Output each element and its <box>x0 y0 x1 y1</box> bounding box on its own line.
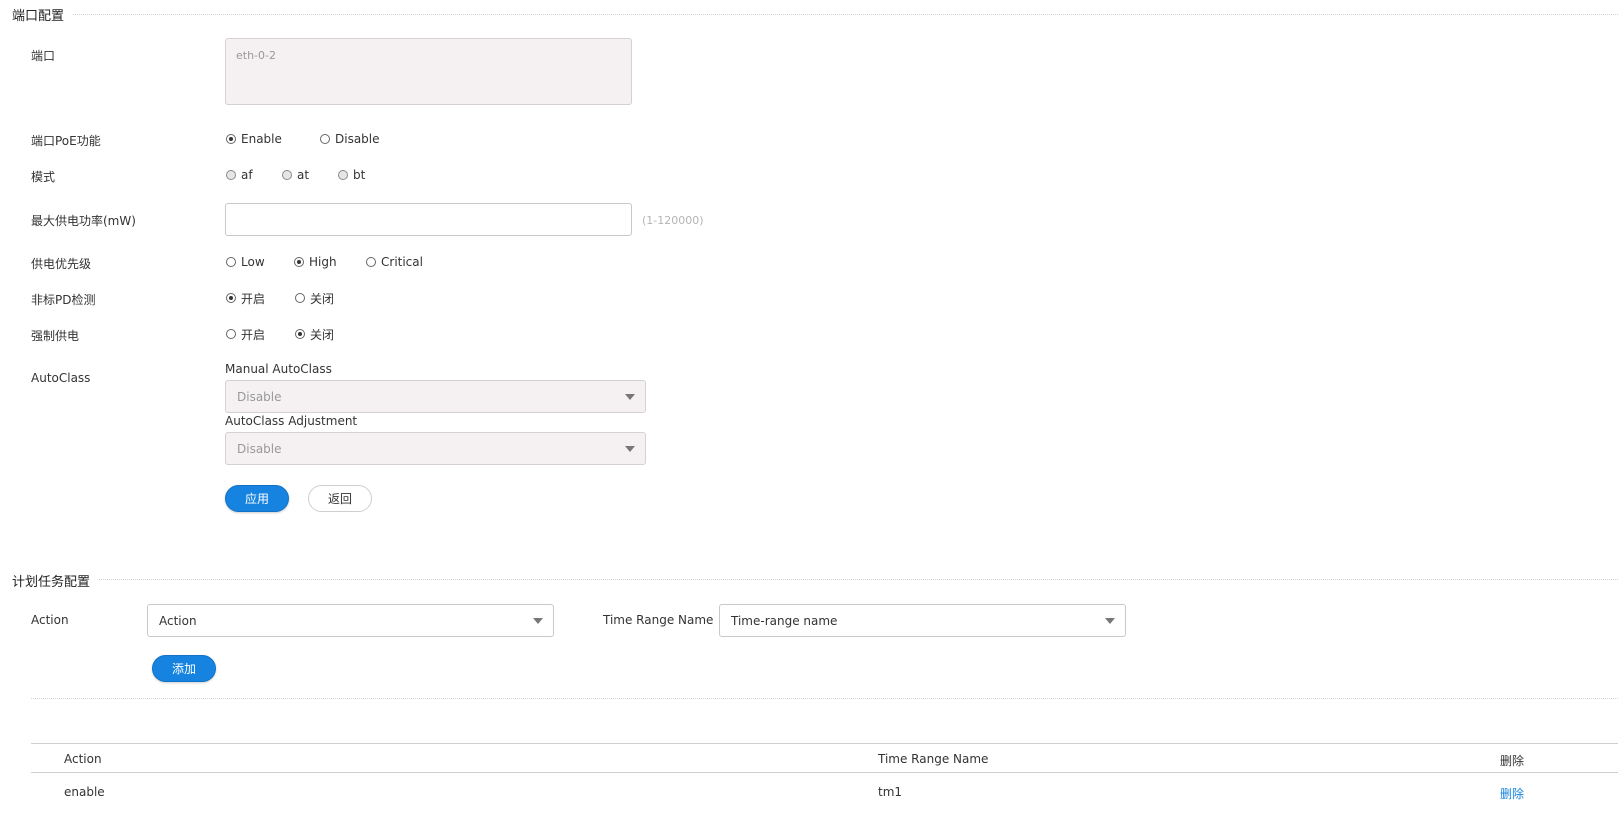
radio-checked-icon <box>226 134 236 144</box>
max-power-hint: (1-120000) <box>642 214 704 227</box>
mode-radio-group: af at bt <box>226 167 365 183</box>
manual-autoclass-value: Disable <box>237 389 282 404</box>
port-field[interactable]: eth-0-2 <box>225 38 632 105</box>
section-divider <box>60 14 1618 15</box>
force-power-on-radio[interactable]: 开启 <box>226 326 295 343</box>
mode-bt-label: bt <box>353 168 366 182</box>
time-range-label: Time Range Name <box>603 613 714 627</box>
priority-low-label: Low <box>241 255 265 269</box>
priority-high-label: High <box>309 255 337 269</box>
radio-unchecked-icon <box>226 170 236 180</box>
mode-at-radio[interactable]: at <box>282 168 338 182</box>
time-range-select[interactable]: Time-range name <box>719 604 1126 637</box>
poe-disable-radio[interactable]: Disable <box>320 132 380 146</box>
priority-critical-label: Critical <box>381 255 423 269</box>
force-power-off-radio[interactable]: 关闭 <box>295 326 334 343</box>
priority-critical-radio[interactable]: Critical <box>366 255 423 269</box>
radio-unchecked-icon <box>226 257 236 267</box>
radio-unchecked-icon <box>226 329 236 339</box>
row-time-range: tm1 <box>878 785 903 799</box>
poe-disable-label: Disable <box>335 132 380 146</box>
force-power-off-label: 关闭 <box>310 327 335 342</box>
nonstandard-pd-off-radio[interactable]: 关闭 <box>295 290 334 307</box>
priority-label: 供电优先级 <box>31 257 92 271</box>
nonstandard-pd-on-label: 开启 <box>241 291 266 306</box>
radio-unchecked-icon <box>320 134 330 144</box>
section-divider <box>90 579 1618 580</box>
mode-at-label: at <box>297 168 310 182</box>
schedule-config-title: 计划任务配置 <box>12 571 99 590</box>
manual-autoclass-select[interactable]: Disable <box>225 380 646 413</box>
force-power-label: 强制供电 <box>31 329 80 343</box>
back-button[interactable]: 返回 <box>308 485 372 512</box>
autoclass-adjustment-label: AutoClass Adjustment <box>225 414 358 428</box>
radio-checked-icon <box>294 257 304 267</box>
table-row: enable tm1 删除 <box>31 773 1618 809</box>
chevron-down-icon <box>625 394 635 400</box>
max-power-input[interactable] <box>225 203 632 236</box>
port-config-title: 端口配置 <box>12 5 73 24</box>
delete-link[interactable]: 删除 <box>1500 785 1524 802</box>
force-power-radio-group: 开启 关闭 <box>226 326 334 342</box>
priority-low-radio[interactable]: Low <box>226 255 294 269</box>
poe-enable-radio[interactable]: Enable <box>226 132 320 146</box>
autoclass-adjustment-select[interactable]: Disable <box>225 432 646 465</box>
radio-unchecked-icon <box>282 170 292 180</box>
autoclass-adjustment-value: Disable <box>237 441 282 456</box>
mode-af-label: af <box>241 168 253 182</box>
priority-radio-group: Low High Critical <box>226 254 423 270</box>
header-delete: 删除 <box>1500 754 1525 768</box>
chevron-down-icon <box>625 446 635 452</box>
radio-unchecked-icon <box>366 257 376 267</box>
mode-label: 模式 <box>31 170 56 184</box>
header-action: Action <box>64 752 102 766</box>
radio-unchecked-icon <box>295 293 305 303</box>
poe-function-label: 端口PoE功能 <box>31 134 101 148</box>
chevron-down-icon <box>533 618 543 624</box>
nonstandard-pd-label: 非标PD检测 <box>31 293 96 307</box>
max-power-label: 最大供电功率(mW) <box>31 214 136 228</box>
priority-high-radio[interactable]: High <box>294 255 366 269</box>
add-button[interactable]: 添加 <box>152 655 216 682</box>
radio-checked-icon <box>295 329 305 339</box>
time-range-select-value: Time-range name <box>731 613 838 628</box>
port-value: eth-0-2 <box>236 49 276 62</box>
action-select[interactable]: Action <box>147 604 554 637</box>
apply-button[interactable]: 应用 <box>225 485 289 512</box>
radio-checked-icon <box>226 293 236 303</box>
header-time-range: Time Range Name <box>878 752 989 766</box>
schedule-table: Action Time Range Name 删除 enable tm1 删除 <box>31 743 1618 809</box>
force-power-on-label: 开启 <box>241 327 266 342</box>
poe-function-radio-group: Enable Disable <box>226 131 380 147</box>
poe-enable-label: Enable <box>241 132 282 146</box>
table-header: Action Time Range Name 删除 <box>31 743 1618 773</box>
row-action: enable <box>64 785 105 799</box>
nonstandard-pd-off-label: 关闭 <box>310 291 335 306</box>
radio-unchecked-icon <box>338 170 348 180</box>
manual-autoclass-label: Manual AutoClass <box>225 362 332 376</box>
mode-af-radio[interactable]: af <box>226 168 282 182</box>
mode-bt-radio[interactable]: bt <box>338 168 365 182</box>
port-label: 端口 <box>31 49 56 63</box>
autoclass-label: AutoClass <box>31 371 91 385</box>
chevron-down-icon <box>1105 618 1115 624</box>
schedule-divider <box>31 698 1618 699</box>
action-select-value: Action <box>159 613 197 628</box>
nonstandard-pd-radio-group: 开启 关闭 <box>226 290 334 306</box>
action-label: Action <box>31 613 69 627</box>
nonstandard-pd-on-radio[interactable]: 开启 <box>226 290 295 307</box>
